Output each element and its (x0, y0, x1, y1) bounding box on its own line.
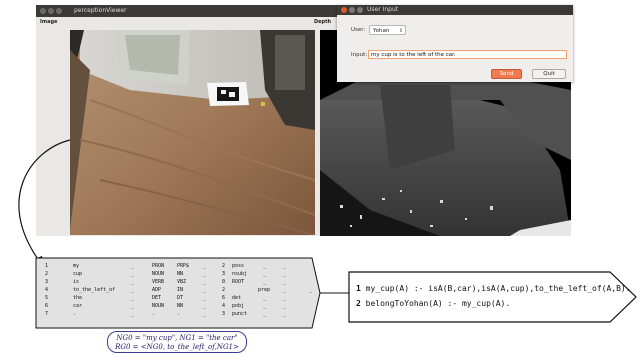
curved-arrow-line (18, 139, 71, 263)
dependency-parse-table: 1 my _ PRON PRP$ _ 2 poss _ _ 2 cup _ NOUN NN _ 3 nsubj _… (36, 259, 320, 327)
table-row: 6 car _ NOUN NN _ 4 pobj _ _ (45, 303, 287, 309)
logic-rule-text: belongToYohan(A) :- my_cup(A). (365, 299, 511, 308)
table-row: 2 cup _ NOUN NN _ 3 nsubj _ _ (45, 271, 287, 277)
logic-rule-2: 2 belongToYohan(A) :- my_cup(A). (356, 299, 510, 309)
ng-note-line-2: RG0 = <NG0, to_the_left_of,NG1> (115, 343, 239, 351)
table-row: 5 the _ DET DT _ 6 det _ _ (45, 295, 287, 301)
noun-group-note: NG0 = "my cup", NG1 = "the car" RG0 = <N… (107, 331, 247, 353)
logic-box-frame (348, 271, 637, 323)
logic-rule-number: 1 (356, 284, 361, 293)
logic-rule-text: my_cup(A) :- isA(B,car),isA(A,cup),to_th… (365, 284, 631, 293)
logic-rule-1: 1 my_cup(A) :- isA(B,car),isA(A,cup),to_… (356, 284, 631, 294)
table-row: 3 is _ VERB VBZ _ 0 ROOT _ _ (45, 279, 287, 285)
ng-note-line-1: NG0 = "my cup", NG1 = "the car" (116, 334, 238, 342)
logic-rule-number: 2 (356, 299, 361, 308)
table-row: 4 to_the_left_of _ ADP IN _ 2 prep _ _ (45, 287, 313, 293)
table-row: 7. _.. _ 3 punct _ _ (45, 311, 287, 317)
table-row: 1 my _ PRON PRP$ _ 2 poss _ _ (45, 263, 287, 269)
